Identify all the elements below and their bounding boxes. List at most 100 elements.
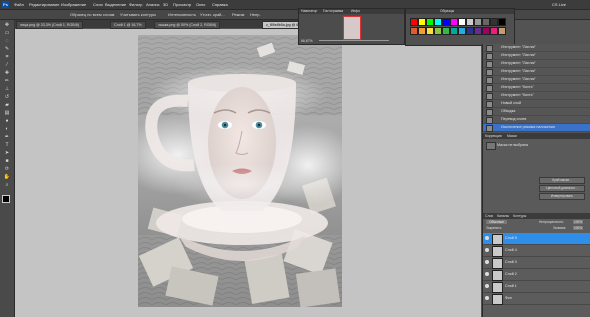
cs-live-button[interactable]: CS Live <box>552 2 566 7</box>
crop-tool-icon[interactable]: ⌗ <box>3 54 11 60</box>
history-item[interactable]: Инструмент "Ластик" <box>483 60 590 68</box>
swatch[interactable] <box>474 27 482 35</box>
visibility-eye-icon[interactable] <box>485 236 489 240</box>
layer-row[interactable]: Слой 1 <box>483 281 590 293</box>
zoom-slider[interactable] <box>319 40 389 41</box>
swatch[interactable] <box>490 27 498 35</box>
menu-help[interactable]: Справка <box>212 2 228 7</box>
color-range-button[interactable]: Цветовой диапазон... <box>539 185 585 192</box>
swatch[interactable] <box>434 27 442 35</box>
swatch[interactable] <box>498 27 506 35</box>
visibility-eye-icon[interactable] <box>485 284 489 288</box>
swatch[interactable] <box>434 18 442 26</box>
invert-button[interactable]: Инвертировать <box>539 193 585 200</box>
swatch[interactable] <box>498 18 506 26</box>
eyedropper-tool-icon[interactable]: ⁄ <box>3 62 11 68</box>
menu-analysis[interactable]: Анализ <box>146 2 160 7</box>
tab-document-1[interactable]: лица.png @ 33,3% (Слой 1, RGB/8) <box>16 21 83 29</box>
blur-tool-icon[interactable]: ● <box>3 118 11 124</box>
dodge-tool-icon[interactable]: ◐ <box>3 126 11 132</box>
history-item[interactable]: Инструмент "Кисть" <box>483 84 590 92</box>
zoom-tool-icon[interactable]: ⌕ <box>3 182 11 188</box>
swatch[interactable] <box>418 27 426 35</box>
swatch[interactable] <box>474 18 482 26</box>
menu-view[interactable]: Просмотр <box>173 2 191 7</box>
swatch[interactable] <box>490 18 498 26</box>
move-tool-icon[interactable]: ✥ <box>3 22 11 28</box>
history-item[interactable]: Инструмент "Ластик" <box>483 76 590 84</box>
menu-edit[interactable]: Редактирование <box>29 2 59 7</box>
menu-window[interactable]: Окно <box>196 2 205 7</box>
swatch[interactable] <box>426 27 434 35</box>
history-item[interactable]: Инструмент "Кисть" <box>483 92 590 100</box>
3d-rotate-tool-icon[interactable]: ⟳ <box>3 166 11 172</box>
menu-filter[interactable]: Фильтр <box>129 2 142 7</box>
respect-paths-checkbox[interactable]: Учитывать контуры <box>120 12 156 17</box>
swatch[interactable] <box>458 18 466 26</box>
blend-mode-select[interactable]: Обычные <box>486 220 507 224</box>
hand-tool-icon[interactable]: ✋ <box>3 174 11 180</box>
quick-select-tool-icon[interactable]: ✎ <box>3 46 11 52</box>
tab-info[interactable]: Инфо <box>351 9 360 13</box>
navigator-zoom[interactable]: 66,67% <box>301 39 313 43</box>
visibility-eye-icon[interactable] <box>485 296 489 300</box>
tab-masks[interactable]: Маски <box>507 134 517 138</box>
navigator-thumbnail[interactable] <box>343 16 361 40</box>
swatch[interactable] <box>442 27 450 35</box>
brush-tool-icon[interactable]: ✏ <box>3 78 11 84</box>
tab-document-3[interactable]: чашка.png @ 50% (Слой 2, RGB/8) <box>154 21 221 29</box>
tab-navigator[interactable]: Навигатор <box>301 9 317 13</box>
tab-adjustments[interactable]: Коррекция <box>485 134 502 138</box>
healing-tool-icon[interactable]: ✚ <box>3 70 11 76</box>
history-item[interactable]: Новый слой <box>483 100 590 108</box>
opacity-input[interactable]: 100% <box>573 220 584 224</box>
foreground-color-swatch[interactable] <box>2 195 10 203</box>
swatch[interactable] <box>442 18 450 26</box>
refine-edge-button[interactable]: Уточн. край... <box>200 12 225 17</box>
history-item[interactable]: Инструмент "Ластик" <box>483 44 590 52</box>
menu-file[interactable]: Файл <box>14 2 24 7</box>
swatch[interactable] <box>450 27 458 35</box>
history-item[interactable]: Инструмент "Ластик" <box>483 68 590 76</box>
swatch[interactable] <box>482 18 490 26</box>
sample-all-layers-checkbox[interactable]: Образец по всем слоям <box>70 12 114 17</box>
tab-channels[interactable]: Каналы <box>497 214 509 218</box>
marquee-tool-icon[interactable]: ▭ <box>3 30 11 36</box>
layer-row[interactable]: Слой 4 <box>483 245 590 257</box>
swatch[interactable] <box>458 27 466 35</box>
swatch[interactable] <box>450 18 458 26</box>
visibility-eye-icon[interactable] <box>485 260 489 264</box>
fill-input[interactable]: 100% <box>573 226 584 230</box>
history-brush-tool-icon[interactable]: ↺ <box>3 94 11 100</box>
tab-document-2[interactable]: Слой 1 @ 16,7% <box>110 21 146 29</box>
eraser-tool-icon[interactable]: ▰ <box>3 102 11 108</box>
visibility-eye-icon[interactable] <box>485 248 489 252</box>
document-canvas[interactable] <box>138 35 342 307</box>
menu-3d[interactable]: 3D <box>163 2 168 7</box>
type-tool-icon[interactable]: T <box>3 142 11 148</box>
swatch[interactable] <box>426 18 434 26</box>
layer-row[interactable]: Слой 2 <box>483 269 590 281</box>
gradient-tool-icon[interactable]: ▤ <box>3 110 11 116</box>
mask-edge-button[interactable]: Край маски... <box>539 177 585 184</box>
tab-histogram[interactable]: Гистограмма <box>323 9 343 13</box>
history-item[interactable]: Инструмент "Ластик" <box>483 52 590 60</box>
swatch[interactable] <box>466 18 474 26</box>
layer-row[interactable]: Фон <box>483 293 590 305</box>
history-item[interactable]: Исключение режима наложения <box>483 124 590 132</box>
tab-swatches[interactable]: Образцы <box>440 9 454 13</box>
layer-row[interactable]: Слой 5 <box>483 233 590 245</box>
swatch[interactable] <box>482 27 490 35</box>
clone-stamp-tool-icon[interactable]: ⊥ <box>3 86 11 92</box>
menu-layers[interactable]: Слои <box>93 2 103 7</box>
swatch[interactable] <box>466 27 474 35</box>
pen-tool-icon[interactable]: ✒ <box>3 134 11 140</box>
visibility-eye-icon[interactable] <box>485 272 489 276</box>
lasso-tool-icon[interactable]: ◌ <box>3 38 11 44</box>
menu-image[interactable]: Изображение <box>61 2 86 7</box>
tab-paths[interactable]: Контуры <box>513 214 526 218</box>
swatch[interactable] <box>418 18 426 26</box>
swatch[interactable] <box>410 27 418 35</box>
layer-row[interactable]: Слой 3 <box>483 257 590 269</box>
swatch[interactable] <box>410 18 418 26</box>
